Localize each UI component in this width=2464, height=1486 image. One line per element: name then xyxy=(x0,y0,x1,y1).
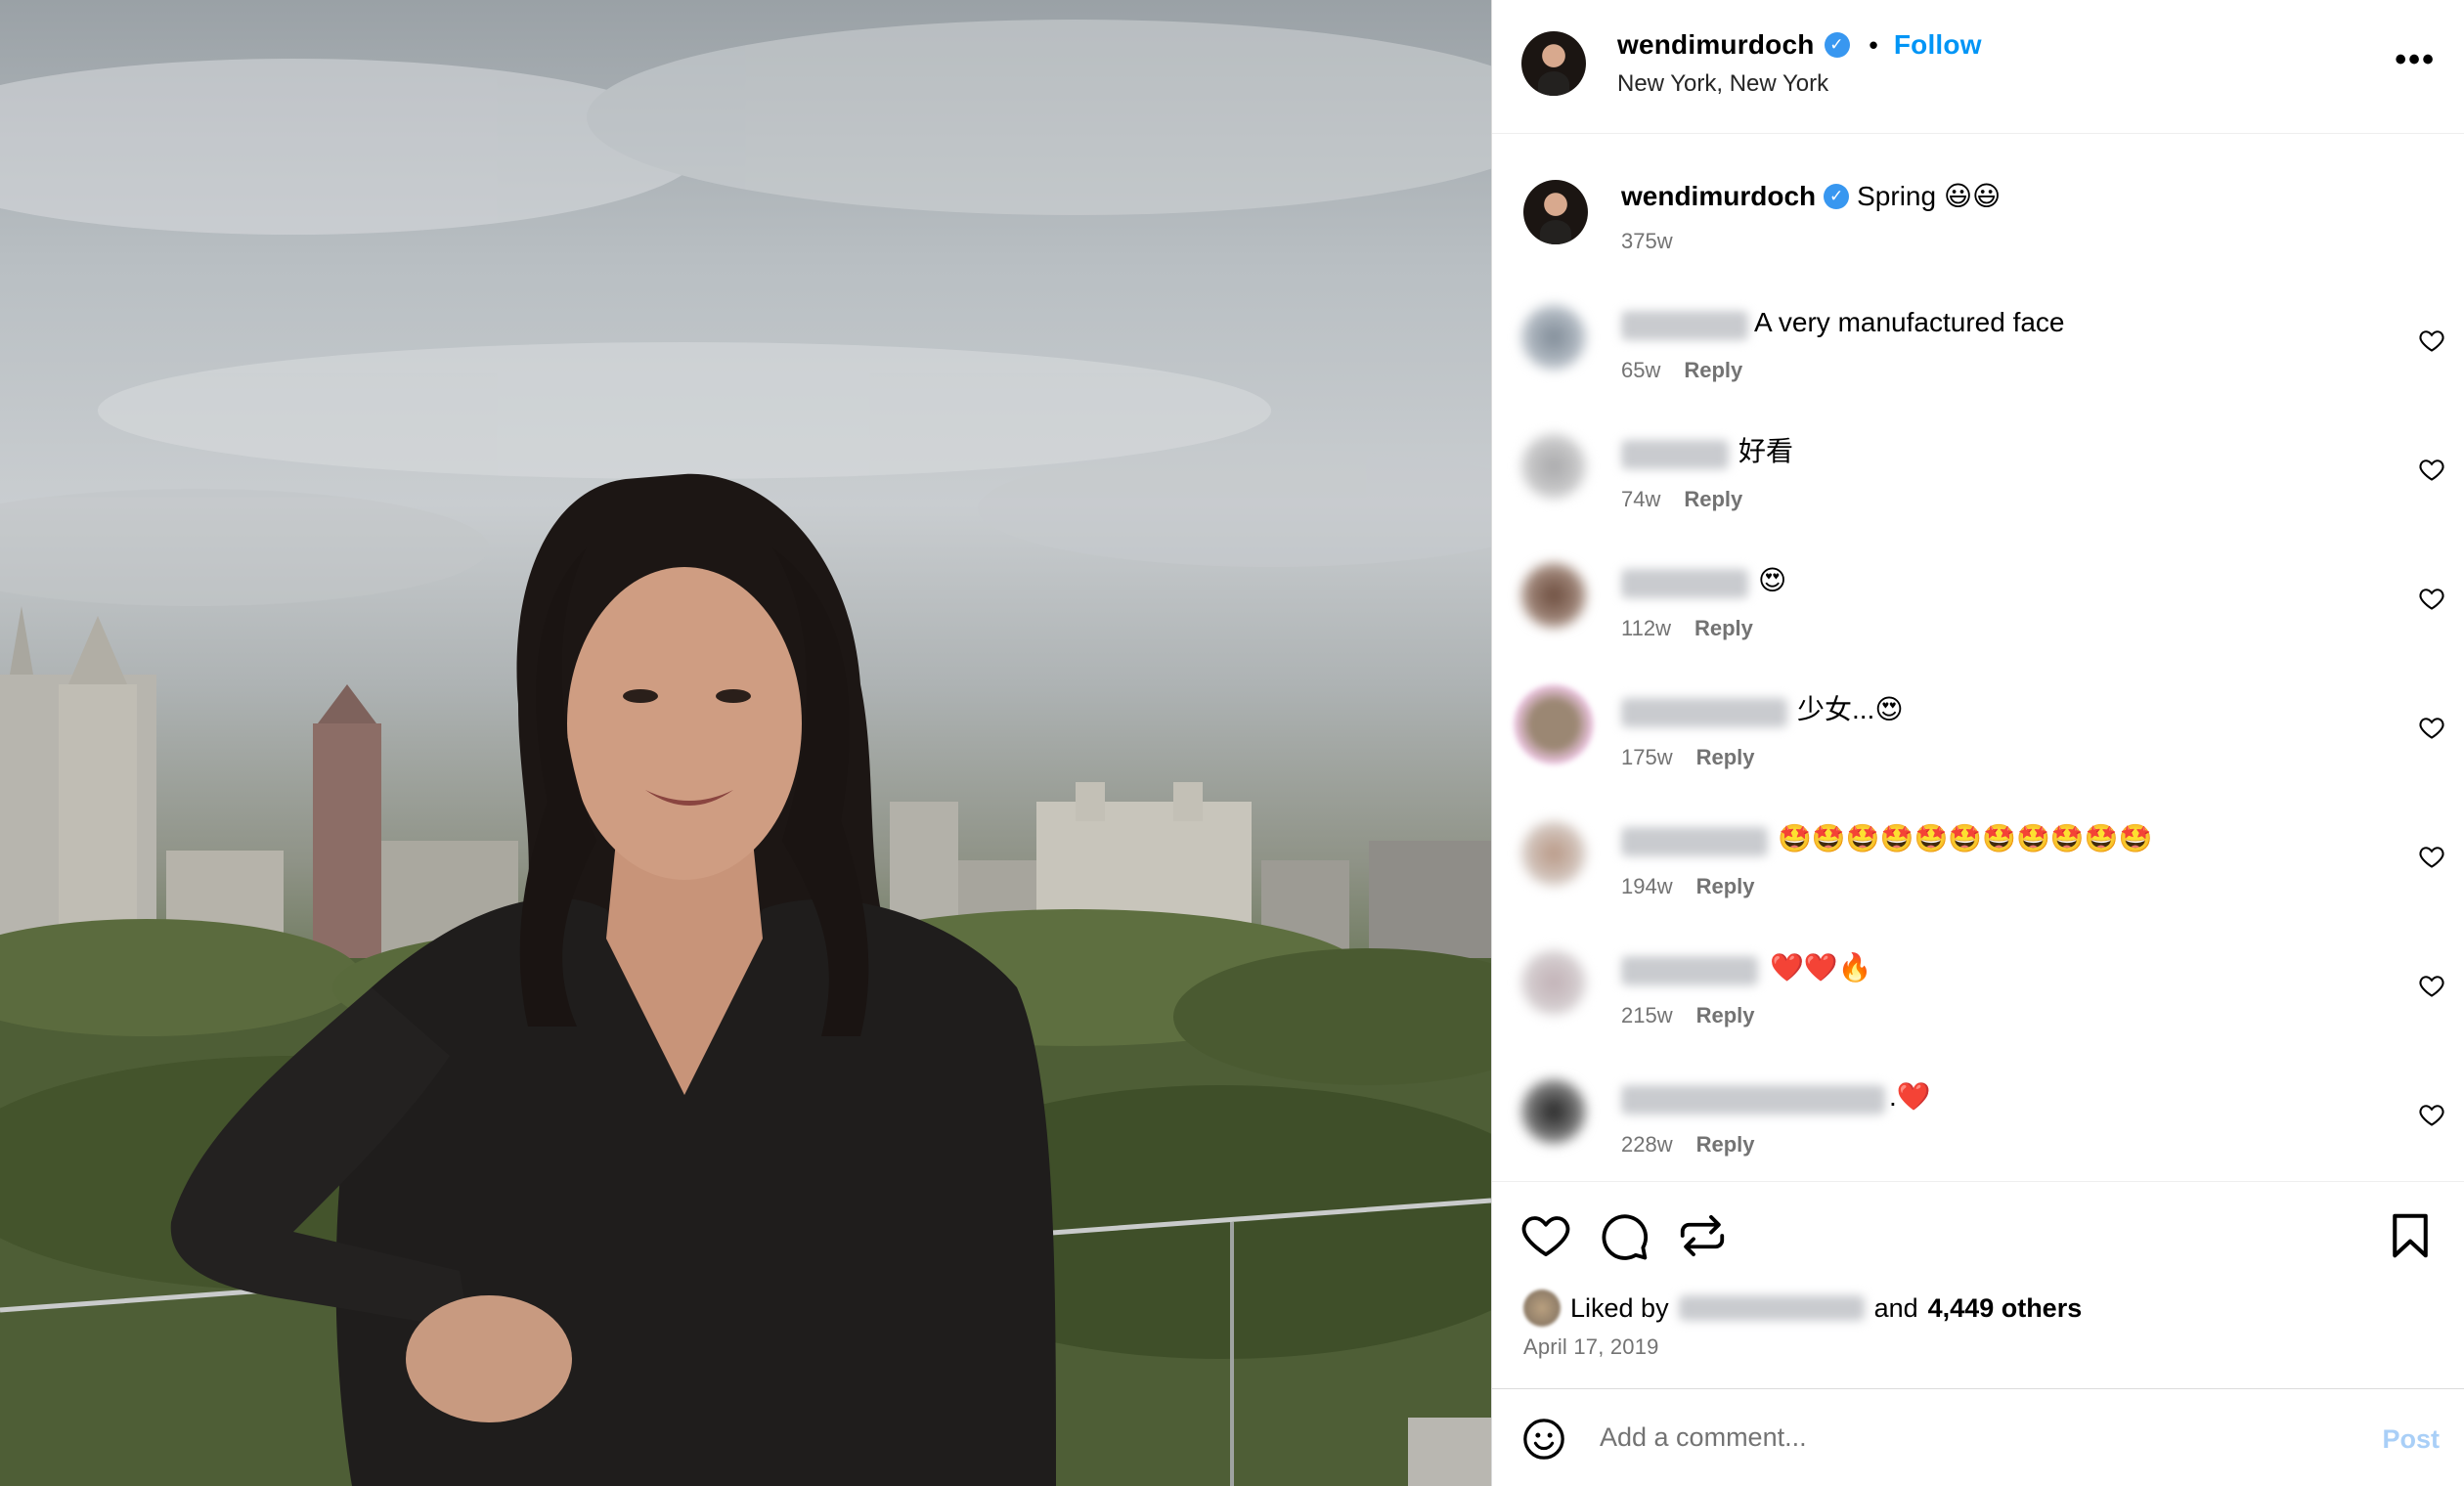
likes-and-label: and xyxy=(1873,1292,1918,1323)
comment-composer: Post xyxy=(1492,1388,2464,1486)
save-bookmark-icon[interactable] xyxy=(2384,1209,2437,1262)
add-comment-input[interactable] xyxy=(1600,1413,2343,1462)
comment-item: ❤️❤️🔥 215w Reply xyxy=(1492,950,2464,1079)
owner-avatar[interactable] xyxy=(1521,31,1586,96)
comment-bubble-icon[interactable] xyxy=(1598,1209,1650,1262)
caption-meta: 375w xyxy=(1621,229,1673,254)
reply-button[interactable]: Reply xyxy=(1696,1003,1755,1028)
liker-avatar[interactable] xyxy=(1523,1289,1561,1327)
comment-time[interactable]: 112w xyxy=(1621,616,1671,641)
reply-button[interactable]: Reply xyxy=(1696,745,1755,770)
comment-time[interactable]: 175w xyxy=(1621,745,1673,770)
comment-time[interactable]: 65w xyxy=(1621,358,1660,383)
comment-meta: 194w Reply xyxy=(1621,874,1755,899)
caption-time[interactable]: 375w xyxy=(1621,229,1673,254)
comment-text: .❤️ xyxy=(1889,1081,1931,1112)
reply-button[interactable]: Reply xyxy=(1696,874,1755,899)
commenter-username-blurred[interactable] xyxy=(1621,311,1748,340)
comment-meta: 112w Reply xyxy=(1621,616,1753,641)
commenter-avatar[interactable] xyxy=(1521,434,1586,499)
commenter-username-blurred[interactable] xyxy=(1621,827,1768,856)
verified-badge-icon: ✓ xyxy=(1824,32,1850,58)
repost-icon[interactable] xyxy=(1676,1209,1729,1262)
comment-time[interactable]: 74w xyxy=(1621,487,1660,512)
post-modal: wendimurdoch ✓ • Follow New York, New Yo… xyxy=(0,0,2464,1486)
like-comment-icon[interactable] xyxy=(2418,1101,2445,1128)
comment-meta: 215w Reply xyxy=(1621,1003,1755,1028)
commenter-avatar[interactable] xyxy=(1521,563,1586,628)
commenter-avatar[interactable] xyxy=(1521,305,1586,370)
comment-item: 少女...😍 175w Reply xyxy=(1492,684,2464,821)
more-options-icon[interactable]: ••• xyxy=(2395,43,2436,76)
comment-text: A very manufactured face xyxy=(1754,307,2065,337)
commenter-username-blurred[interactable] xyxy=(1621,440,1729,469)
comment-text: ❤️❤️🔥 xyxy=(1770,952,1872,983)
verified-badge-icon: ✓ xyxy=(1824,184,1850,209)
post-side-panel: wendimurdoch ✓ • Follow New York, New Yo… xyxy=(1491,0,2464,1486)
reply-button[interactable]: Reply xyxy=(1696,1132,1755,1158)
comment-item: 😍 112w Reply xyxy=(1492,563,2464,692)
comment-meta: 175w Reply xyxy=(1621,745,1755,770)
comment-time[interactable]: 215w xyxy=(1621,1003,1673,1028)
reply-button[interactable]: Reply xyxy=(1684,487,1742,512)
like-comment-icon[interactable] xyxy=(2418,714,2445,741)
comment-meta: 65w Reply xyxy=(1621,358,1742,383)
photo-scene xyxy=(0,20,1491,1486)
like-comment-icon[interactable] xyxy=(2418,972,2445,999)
caption-text: Spring 😃😃 xyxy=(1857,181,2002,211)
commenter-avatar-story-ring[interactable] xyxy=(1514,684,1594,765)
likes-count[interactable]: 4,449 others xyxy=(1928,1293,2083,1324)
comment-time[interactable]: 194w xyxy=(1621,874,1673,899)
like-comment-icon[interactable] xyxy=(2418,585,2445,612)
comments-list[interactable]: wendimurdoch ✓ Spring 😃😃 375w A very man… xyxy=(1492,135,2464,1181)
like-comment-icon[interactable] xyxy=(2418,327,2445,354)
like-heart-icon[interactable] xyxy=(1519,1209,1572,1262)
header-user-row: wendimurdoch ✓ • Follow xyxy=(1617,29,1982,61)
likes-summary: Liked by and 4,449 others xyxy=(1523,1289,2082,1327)
comment-text: 😍 xyxy=(1758,565,1787,595)
post-photo[interactable] xyxy=(0,0,1491,1486)
post-caption: wendimurdoch ✓ Spring 😃😃 375w xyxy=(1492,135,2464,253)
like-comment-icon[interactable] xyxy=(2418,843,2445,870)
commenter-avatar[interactable] xyxy=(1521,821,1586,886)
comment-meta: 74w Reply xyxy=(1621,487,1742,512)
comment-meta: 228w Reply xyxy=(1621,1132,1755,1158)
commenter-username-blurred[interactable] xyxy=(1621,956,1758,985)
caption-text-row: wendimurdoch ✓ Spring 😃😃 xyxy=(1621,180,2001,213)
owner-username[interactable]: wendimurdoch xyxy=(1617,29,1815,61)
emoji-smiley-icon[interactable] xyxy=(1521,1417,1566,1462)
post-actions: Liked by and 4,449 others April 17, 2019 xyxy=(1492,1181,2464,1388)
post-comment-button[interactable]: Post xyxy=(2382,1424,2440,1455)
reply-button[interactable]: Reply xyxy=(1694,616,1753,641)
liker-username-blurred[interactable] xyxy=(1678,1295,1865,1321)
commenter-username-blurred[interactable] xyxy=(1621,698,1787,727)
comment-text: 少女...😍 xyxy=(1797,694,1904,724)
commenter-avatar[interactable] xyxy=(1521,1079,1586,1144)
post-location[interactable]: New York, New York xyxy=(1617,70,1828,98)
comment-time[interactable]: 228w xyxy=(1621,1132,1673,1158)
separator-dot: • xyxy=(1869,29,1878,60)
post-date[interactable]: April 17, 2019 xyxy=(1523,1334,1659,1360)
comment-item: 🤩🤩🤩🤩🤩🤩🤩🤩🤩🤩🤩 194w Reply xyxy=(1492,821,2464,950)
commenter-avatar[interactable] xyxy=(1521,950,1586,1015)
commenter-username-blurred[interactable] xyxy=(1621,1085,1885,1114)
comment-text: 好看 xyxy=(1738,436,1794,466)
commenter-username-blurred[interactable] xyxy=(1621,569,1748,598)
like-comment-icon[interactable] xyxy=(2418,456,2445,483)
liked-by-label: Liked by xyxy=(1570,1292,1669,1323)
comment-item: 好看 74w Reply xyxy=(1492,434,2464,563)
caption-avatar[interactable] xyxy=(1523,180,1588,244)
comment-item: A very manufactured face 65w Reply xyxy=(1492,305,2464,434)
comment-item: .❤️ 228w Reply xyxy=(1492,1079,2464,1181)
post-header: wendimurdoch ✓ • Follow New York, New Yo… xyxy=(1492,0,2464,134)
follow-button[interactable]: Follow xyxy=(1894,29,1982,61)
caption-username[interactable]: wendimurdoch xyxy=(1621,180,1816,213)
comment-text: 🤩🤩🤩🤩🤩🤩🤩🤩🤩🤩🤩 xyxy=(1778,823,2153,853)
reply-button[interactable]: Reply xyxy=(1684,358,1742,383)
